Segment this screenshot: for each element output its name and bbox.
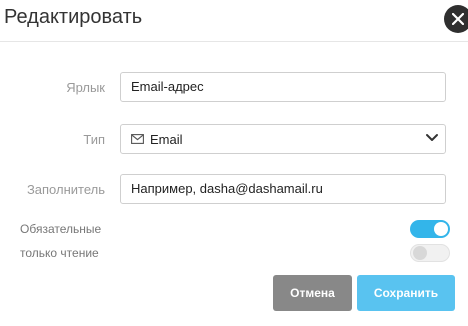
- toggle-knob: [434, 222, 448, 236]
- envelope-icon: [131, 134, 144, 144]
- chevron-down-icon: [426, 134, 438, 141]
- dialog-title: Редактировать: [4, 6, 143, 28]
- close-icon: [452, 13, 464, 25]
- required-toggle-label: Обязательные: [20, 222, 102, 236]
- dialog-header: Редактировать: [0, 0, 468, 42]
- edit-field-dialog: Редактировать Ярлык Тип Email Заполнител…: [0, 0, 468, 326]
- close-button[interactable]: [444, 5, 468, 33]
- cancel-button[interactable]: Отмена: [273, 275, 352, 311]
- readonly-toggle[interactable]: [410, 244, 450, 262]
- toggle-knob: [413, 246, 427, 260]
- type-select[interactable]: Email: [120, 124, 446, 154]
- label-field[interactable]: [120, 72, 446, 102]
- type-select-value: Email: [150, 132, 183, 147]
- label-input[interactable]: [131, 79, 431, 94]
- readonly-toggle-label: только чтение: [20, 246, 99, 260]
- placeholder-field[interactable]: [120, 174, 446, 204]
- save-button[interactable]: Сохранить: [357, 275, 455, 311]
- type-field-label: Тип: [83, 132, 105, 147]
- placeholder-field-label: Заполнитель: [26, 182, 105, 197]
- placeholder-input[interactable]: [131, 181, 431, 196]
- required-toggle[interactable]: [410, 220, 450, 238]
- label-field-label: Ярлык: [66, 80, 105, 95]
